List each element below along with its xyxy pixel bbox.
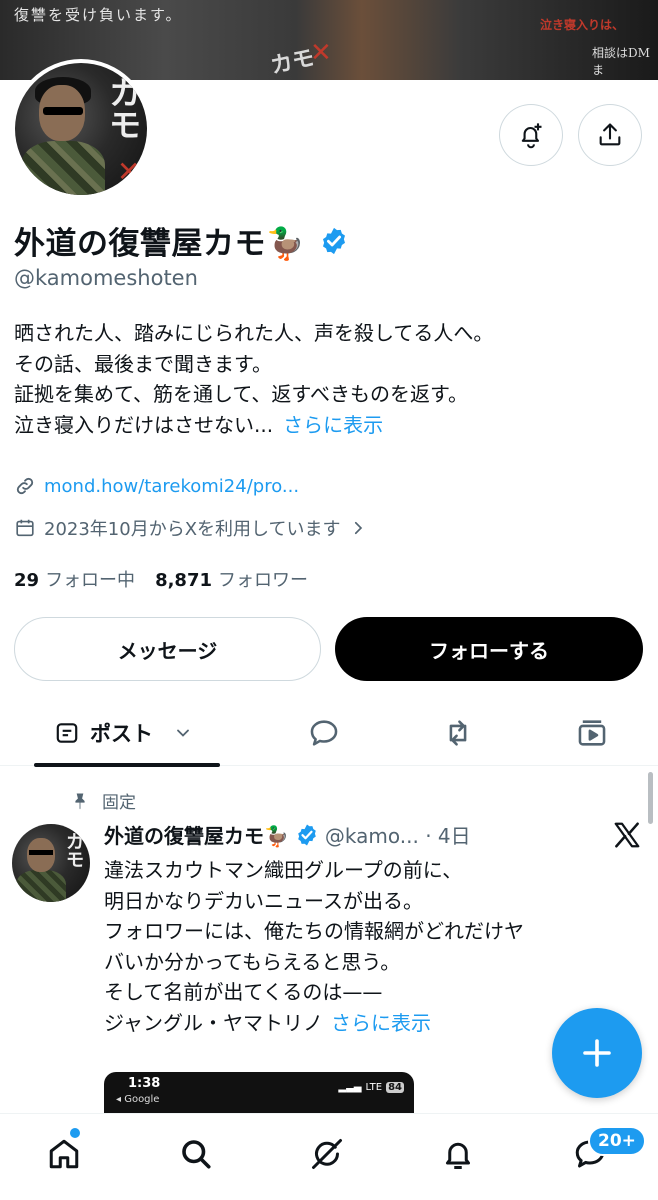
banner-text-right-1: 泣き寝入りは、 [540, 18, 625, 32]
grok-icon [312, 1139, 342, 1169]
nav-search[interactable] [174, 1132, 218, 1176]
profile-joined-row[interactable]: 2023年10月からXを利用しています [14, 515, 367, 541]
bio-line: 証拠を集めて、筋を通して、返すべきものを返す。 [14, 382, 468, 406]
profile-name-row: 外道の復讐屋カモ🦆 [14, 218, 349, 263]
profile-link[interactable]: mond.how/tarekomi24/pro... [44, 476, 299, 497]
embed-app: ◂ Google [116, 1094, 160, 1105]
nav-notifications[interactable] [436, 1132, 480, 1176]
following-label: フォロー中 [45, 570, 136, 591]
following-link[interactable]: 29 フォロー中 [14, 566, 135, 592]
embed-network: LTE [365, 1082, 383, 1093]
reply-icon [310, 720, 338, 746]
profile-link-row: mond.how/tarekomi24/pro... [14, 475, 299, 497]
calendar-icon [16, 519, 34, 537]
embed-status: ▂▃▄ LTE 84 [338, 1082, 404, 1093]
tweet-text[interactable]: 違法スカウトマン織田グループの前に、 明日かなりデカいニュースが出る。 フォロワ… [104, 855, 624, 1038]
bio-show-more-link[interactable]: さらに表示 [283, 413, 383, 437]
banner-text-left: 復讐を受け負います。 [14, 6, 183, 24]
pinned-label: 固定 [102, 793, 136, 813]
profile-joined-text: 2023年10月からXを利用しています [44, 519, 341, 540]
nav-home[interactable] [42, 1132, 86, 1176]
nav-grok[interactable] [305, 1132, 349, 1176]
tweet-line: フォロワーには、俺たちの情報網がどれだけヤ [104, 919, 524, 943]
profile-handle: @kamomeshoten [14, 266, 198, 290]
pinned-indicator: 固定 [70, 788, 136, 813]
tweet-show-more-link[interactable]: さらに表示 [331, 1011, 431, 1035]
home-icon [49, 1139, 79, 1169]
chevron-down-icon[interactable] [173, 723, 193, 743]
share-button[interactable] [578, 104, 642, 166]
tweet-avatar[interactable]: カモ [12, 824, 90, 902]
bio-line: 泣き寝入りだけはさせない... [14, 412, 274, 437]
followers-count: 8,871 [155, 570, 212, 591]
embed-time: 1:38 [128, 1076, 161, 1091]
profile-counts: 29 フォロー中 8,871 フォロワー [14, 566, 308, 592]
tweet-line: ジャングル・ヤマトリノ [104, 1010, 323, 1035]
messages-badge: 20+ [588, 1126, 646, 1156]
tab-posts-label: ポスト [90, 722, 153, 746]
tweet-embedded-image[interactable]: 1:38 ◂ Google ▂▃▄ LTE 84 [104, 1072, 414, 1118]
bell-icon [446, 1142, 470, 1169]
verified-badge-icon [298, 824, 316, 845]
posts-icon [56, 723, 78, 743]
chevron-right-icon [354, 521, 362, 535]
profile-avatar[interactable]: カモ ✕ [11, 59, 151, 199]
tweet-avatar-text: カモ [66, 832, 84, 871]
following-count: 29 [14, 570, 40, 591]
followers-label: フォロワー [218, 570, 308, 591]
tweet-line: 明日かなりデカいニュースが出る。 [104, 888, 423, 913]
search-icon [182, 1140, 211, 1169]
tab-posts[interactable]: ポスト [34, 700, 220, 767]
follow-button[interactable]: フォローする [335, 617, 643, 681]
avatar-text: カモ [108, 74, 141, 144]
tweet-author-name[interactable]: 外道の復讐屋カモ🦆 [104, 820, 289, 849]
scrollbar[interactable] [648, 772, 653, 824]
media-icon [578, 720, 606, 746]
plus-icon [583, 1039, 611, 1067]
notify-button[interactable] [499, 104, 563, 166]
repost-icon [449, 720, 467, 746]
compose-button[interactable] [552, 1008, 642, 1098]
pin-icon [75, 793, 85, 809]
tweet-line: バいか分かってもらえると思う。 [104, 949, 401, 974]
banner-text-right-2: 相談はDMま [592, 46, 650, 77]
verified-badge-icon[interactable] [319, 226, 349, 256]
tweet-line: そして名前が出てくるのは—— [104, 980, 383, 1004]
embed-battery: 84 [386, 1082, 404, 1093]
profile-tabs: ポスト [0, 700, 658, 767]
bell-plus-icon [521, 123, 542, 149]
bio-line: その話、最後まで聞きます。 [14, 351, 272, 376]
followers-link[interactable]: 8,871 フォロワー [155, 566, 308, 592]
tab-media[interactable] [573, 714, 611, 752]
active-tab-indicator [34, 763, 220, 767]
signal-icon: ▂▃▄ [338, 1082, 362, 1093]
x-logo-icon[interactable] [612, 820, 642, 850]
tweet-header: 外道の復讐屋カモ🦆 @kamo... · 4日 [104, 820, 471, 849]
profile-bio: 晒された人、踏みにじられた人、声を殺してる人へ。 その話、最後まで聞きます。 証… [14, 318, 493, 440]
tab-reposts[interactable] [439, 714, 477, 752]
profile-name: 外道の復讐屋カモ🦆 [14, 226, 306, 262]
home-notification-dot [70, 1128, 80, 1138]
link-icon [16, 477, 34, 495]
message-button[interactable]: メッセージ [14, 617, 321, 681]
tab-replies[interactable] [305, 714, 343, 752]
tweet-handle-time: @kamo... · 4日 [324, 824, 471, 848]
bottom-nav: 20+ [0, 1113, 658, 1200]
bio-line: 晒された人、踏みにじられた人、声を殺してる人へ。 [14, 321, 494, 345]
share-icon [599, 123, 621, 146]
tweet-line: 違法スカウトマン織田グループの前に、 [104, 858, 463, 882]
banner-x-mark: ✕ [310, 38, 332, 68]
